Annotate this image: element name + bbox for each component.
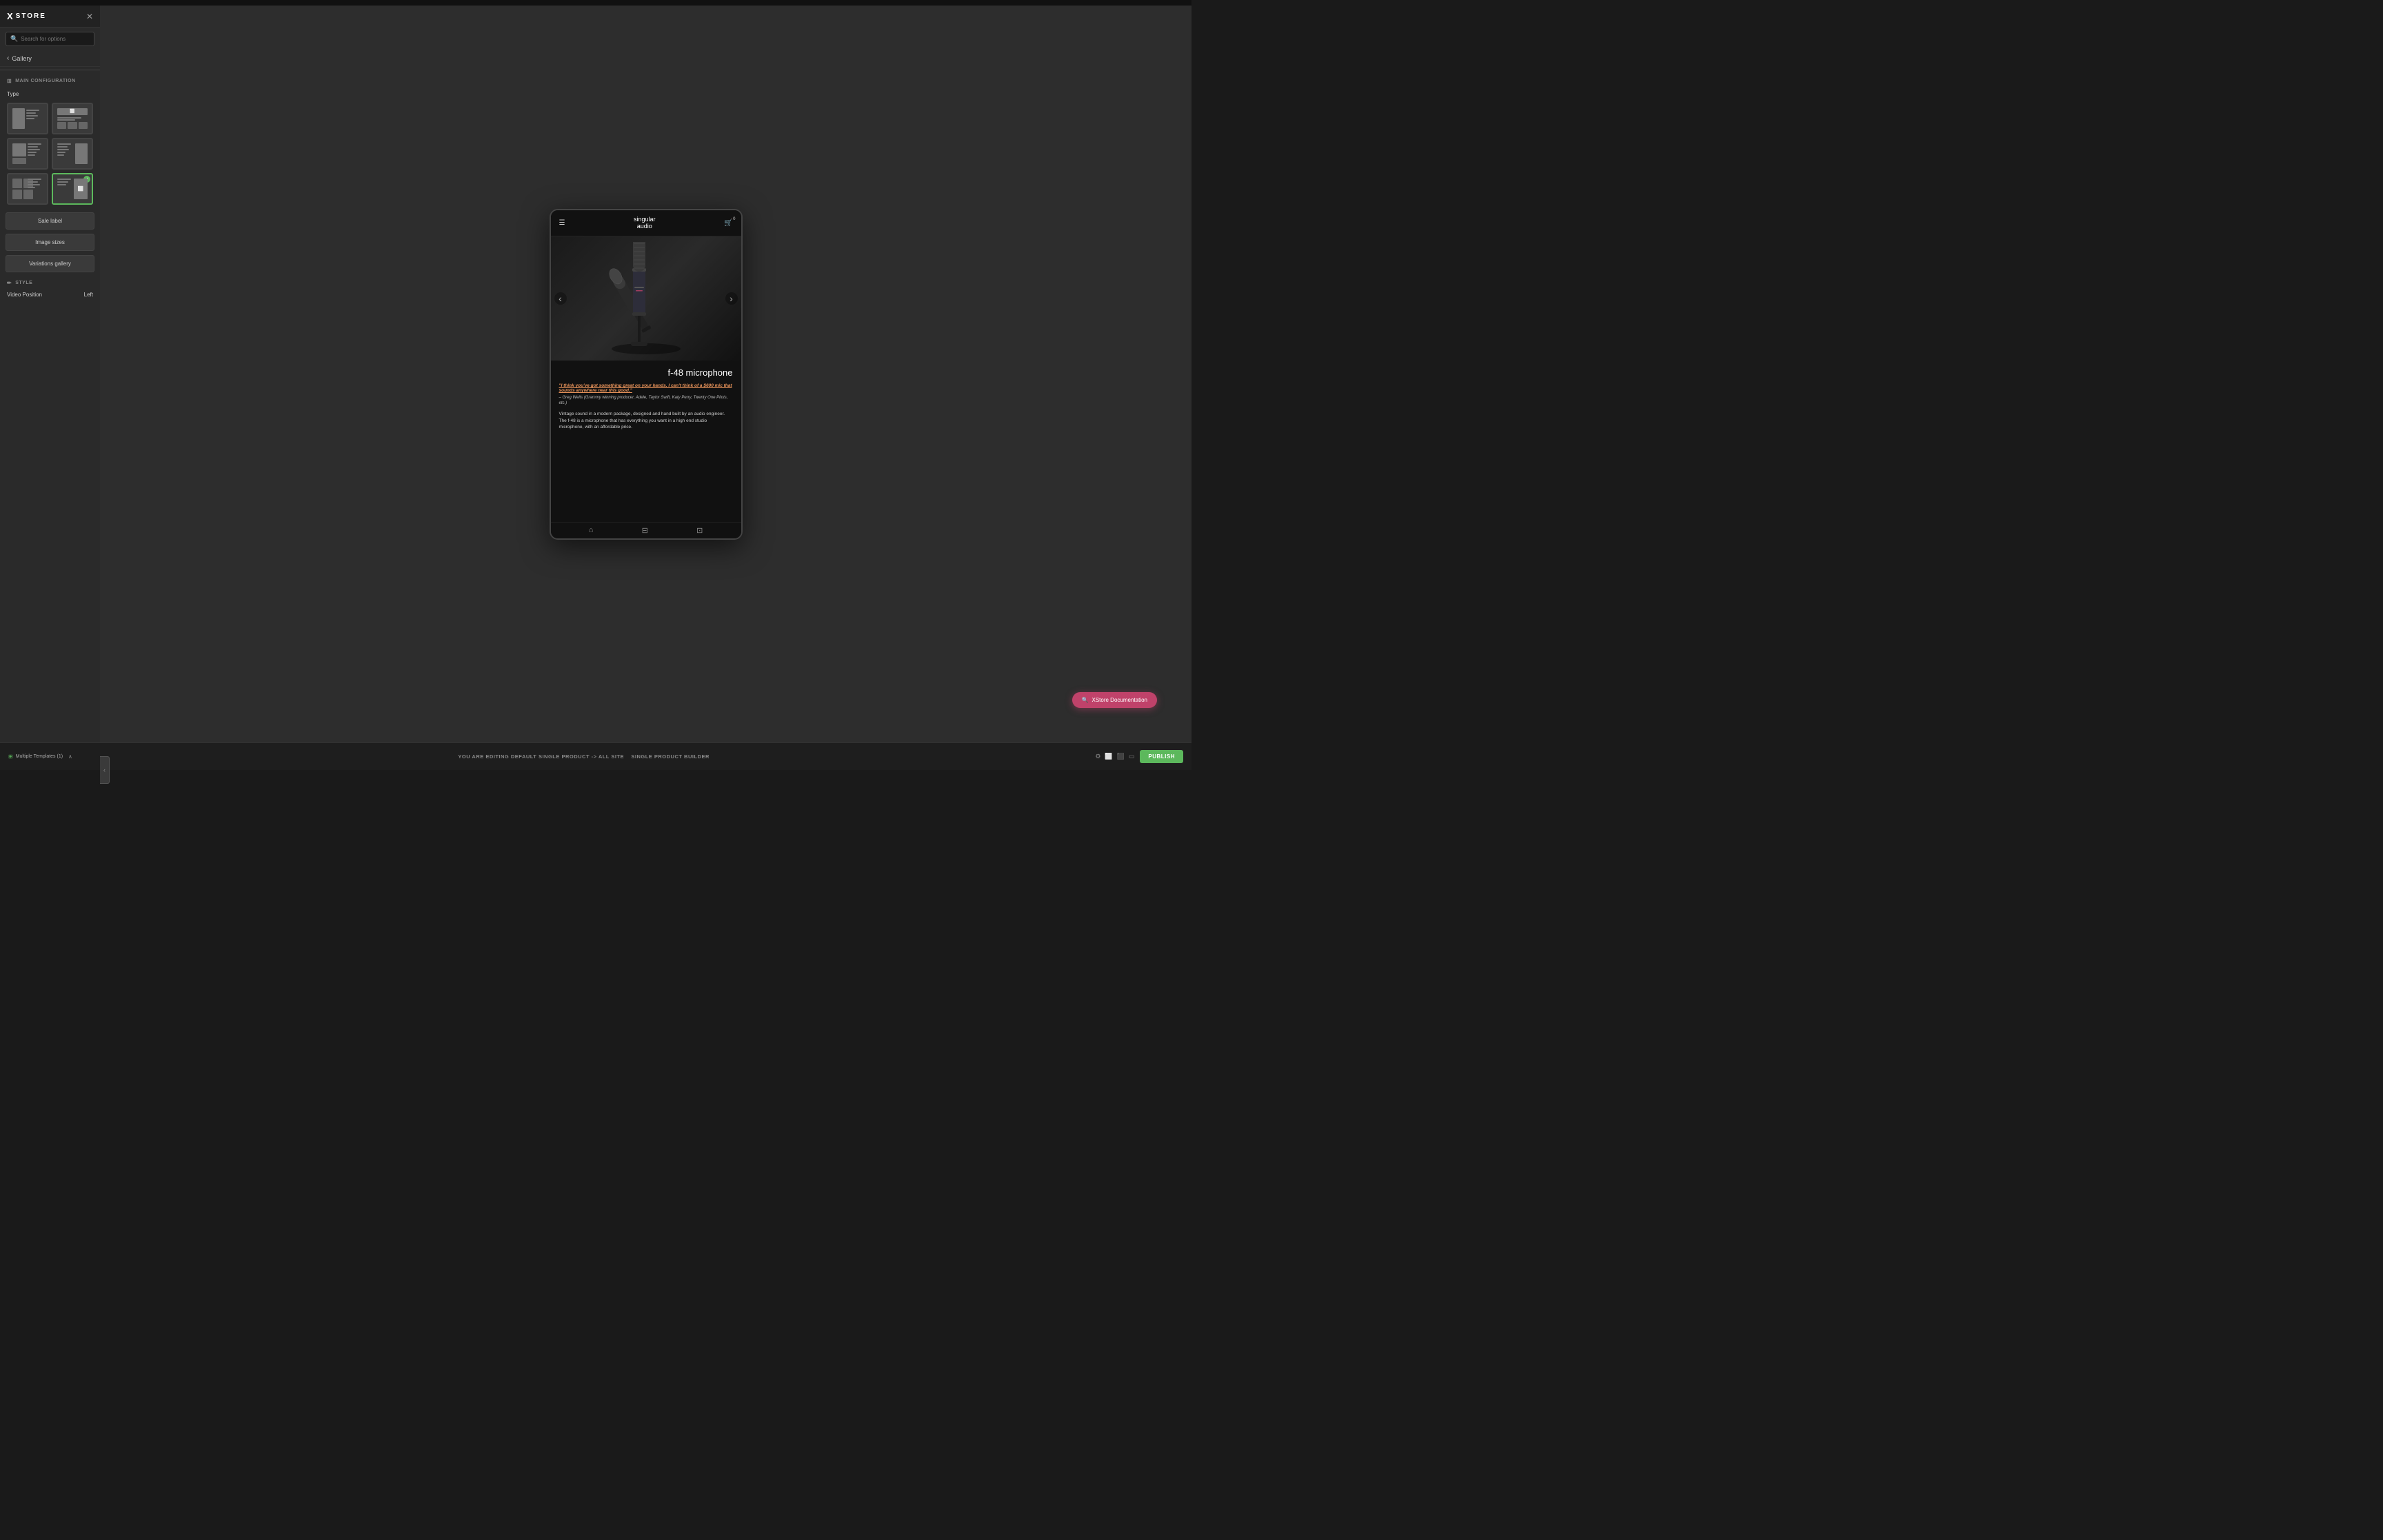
product-image-area: ‹ › bbox=[551, 236, 741, 361]
home-icon[interactable]: ⌂ bbox=[589, 526, 594, 534]
brand-name-line2: audio bbox=[634, 223, 656, 230]
variations-gallery-button[interactable]: Variations gallery bbox=[6, 255, 94, 272]
xstore-doc-label: XStore Documentation bbox=[1092, 697, 1148, 703]
back-nav[interactable]: ‹ Gallery bbox=[0, 50, 100, 67]
product-quote: "I think you've got something great on y… bbox=[559, 383, 733, 393]
style-section-header: ✏ STYLE bbox=[0, 274, 100, 289]
device-bottom-nav: ⌂ ⊟ ⊡ bbox=[551, 522, 741, 538]
big-image-icon: ⬜ bbox=[78, 186, 84, 192]
back-arrow-icon: ‹ bbox=[7, 54, 9, 62]
microphone-illustration bbox=[601, 242, 691, 356]
device-icons: ⚙ ⬜ ⬛ ▭ bbox=[1095, 753, 1134, 760]
product-info: f-48 microphone "I think you've got some… bbox=[551, 361, 741, 521]
gallery-type-3[interactable] bbox=[7, 138, 48, 170]
brand-name: singular audio bbox=[634, 216, 656, 231]
builder-label: SINGLE PRODUCT BUILDER bbox=[631, 753, 710, 760]
grid-icon: ⊞ bbox=[7, 78, 12, 84]
chevron-up-icon[interactable]: ∧ bbox=[68, 753, 72, 760]
device-frame: ☰ singular audio 🛒 0 bbox=[550, 209, 743, 540]
image-sizes-button[interactable]: Image sizes bbox=[6, 234, 94, 251]
logo-store: STORE bbox=[16, 12, 46, 20]
cart-icon-container[interactable]: 🛒 0 bbox=[724, 219, 732, 227]
gallery-type-5[interactable] bbox=[7, 173, 48, 205]
settings-icon[interactable]: ⚙ bbox=[1095, 753, 1100, 760]
main-config-header: ⊞ MAIN CONFIGURATION bbox=[0, 73, 100, 88]
sidebar-logo: X STORE bbox=[7, 11, 46, 21]
product-quote-attribution: – Greg Wells (Grammy winning producer, A… bbox=[559, 395, 733, 407]
mobile-icon[interactable]: ▭ bbox=[1129, 753, 1135, 760]
bag-icon[interactable]: ⊡ bbox=[696, 526, 703, 535]
device-header: ☰ singular audio 🛒 0 bbox=[551, 210, 741, 237]
editing-info-label: YOU ARE EDITING DEFAULT SINGLE PRODUCT -… bbox=[458, 753, 624, 760]
gallery-type-6-icon: ⬜ bbox=[57, 179, 88, 199]
template-icon: ⊞ bbox=[8, 753, 13, 760]
product-description: Vintage sound in a modern package, desig… bbox=[559, 411, 733, 431]
video-position-row: Video Position Left bbox=[0, 289, 100, 301]
gallery-type-2-icon: ⬜ bbox=[57, 108, 88, 129]
product-image-placeholder bbox=[551, 236, 741, 361]
type-field-label: Type bbox=[0, 88, 100, 100]
gallery-type-2[interactable]: ⬜ bbox=[52, 103, 93, 134]
search-box[interactable]: 🔍 bbox=[6, 32, 94, 46]
search-icon: 🔍 bbox=[10, 35, 18, 43]
sidebar-close-button[interactable]: ✕ bbox=[86, 12, 93, 21]
tablet-icon[interactable]: ⬛ bbox=[1117, 753, 1125, 760]
multiple-templates-label: Multiple Templates (1) bbox=[16, 754, 63, 759]
multiple-templates-button[interactable]: ⊞ Multiple Templates (1) bbox=[8, 753, 63, 760]
main-config-label: MAIN CONFIGURATION bbox=[15, 79, 75, 83]
cart-badge: 0 bbox=[733, 217, 735, 221]
mini-image-icon: ⬜ bbox=[70, 109, 74, 114]
style-label: STYLE bbox=[15, 281, 32, 285]
preview-area: ☰ singular audio 🛒 0 bbox=[100, 6, 1192, 742]
bottom-right: ⚙ ⬜ ⬛ ▭ PUBLISH bbox=[1095, 750, 1183, 763]
xstore-doc-button[interactable]: 🔍 XStore Documentation bbox=[1072, 692, 1157, 708]
gallery-type-4[interactable] bbox=[52, 138, 93, 170]
publish-button[interactable]: PUBLISH bbox=[1140, 750, 1183, 763]
gallery-type-1[interactable] bbox=[7, 103, 48, 134]
store-icon[interactable]: ⊟ bbox=[642, 526, 648, 535]
sidebar-header: X STORE ✕ bbox=[0, 6, 100, 28]
brand-name-line1: singular bbox=[634, 216, 656, 223]
gallery-type-5-icon bbox=[12, 179, 43, 199]
product-title: f-48 microphone bbox=[559, 367, 733, 378]
bottom-left: ⊞ Multiple Templates (1) ∧ bbox=[8, 753, 72, 760]
search-input[interactable] bbox=[21, 36, 90, 42]
logo-x: X bbox=[7, 11, 13, 21]
video-position-value: Left bbox=[84, 292, 93, 298]
back-nav-label: Gallery bbox=[12, 55, 32, 62]
desktop-icon[interactable]: ⬜ bbox=[1105, 753, 1112, 760]
top-bar bbox=[0, 0, 1192, 6]
sidebar: X STORE ✕ 🔍 ‹ Gallery ⊞ MAIN CONFIGURATI… bbox=[0, 6, 100, 742]
search-doc-icon: 🔍 bbox=[1082, 697, 1089, 703]
hamburger-icon[interactable]: ☰ bbox=[559, 219, 565, 227]
gallery-type-6[interactable]: ✓ ⬜ bbox=[52, 173, 93, 205]
gallery-type-1-icon bbox=[12, 108, 43, 129]
bottom-center: YOU ARE EDITING DEFAULT SINGLE PRODUCT -… bbox=[458, 753, 710, 760]
gallery-type-4-icon bbox=[57, 143, 88, 164]
bottom-bar: ⊞ Multiple Templates (1) ∧ YOU ARE EDITI… bbox=[0, 742, 1192, 770]
video-position-label: Video Position bbox=[7, 292, 42, 298]
next-image-button[interactable]: › bbox=[725, 292, 738, 305]
sale-label-button[interactable]: Sale label bbox=[6, 212, 94, 230]
pencil-icon: ✏ bbox=[7, 280, 12, 286]
prev-image-button[interactable]: ‹ bbox=[554, 292, 567, 305]
gallery-type-3-icon bbox=[12, 143, 43, 164]
gallery-type-grid: ⬜ bbox=[0, 100, 100, 210]
